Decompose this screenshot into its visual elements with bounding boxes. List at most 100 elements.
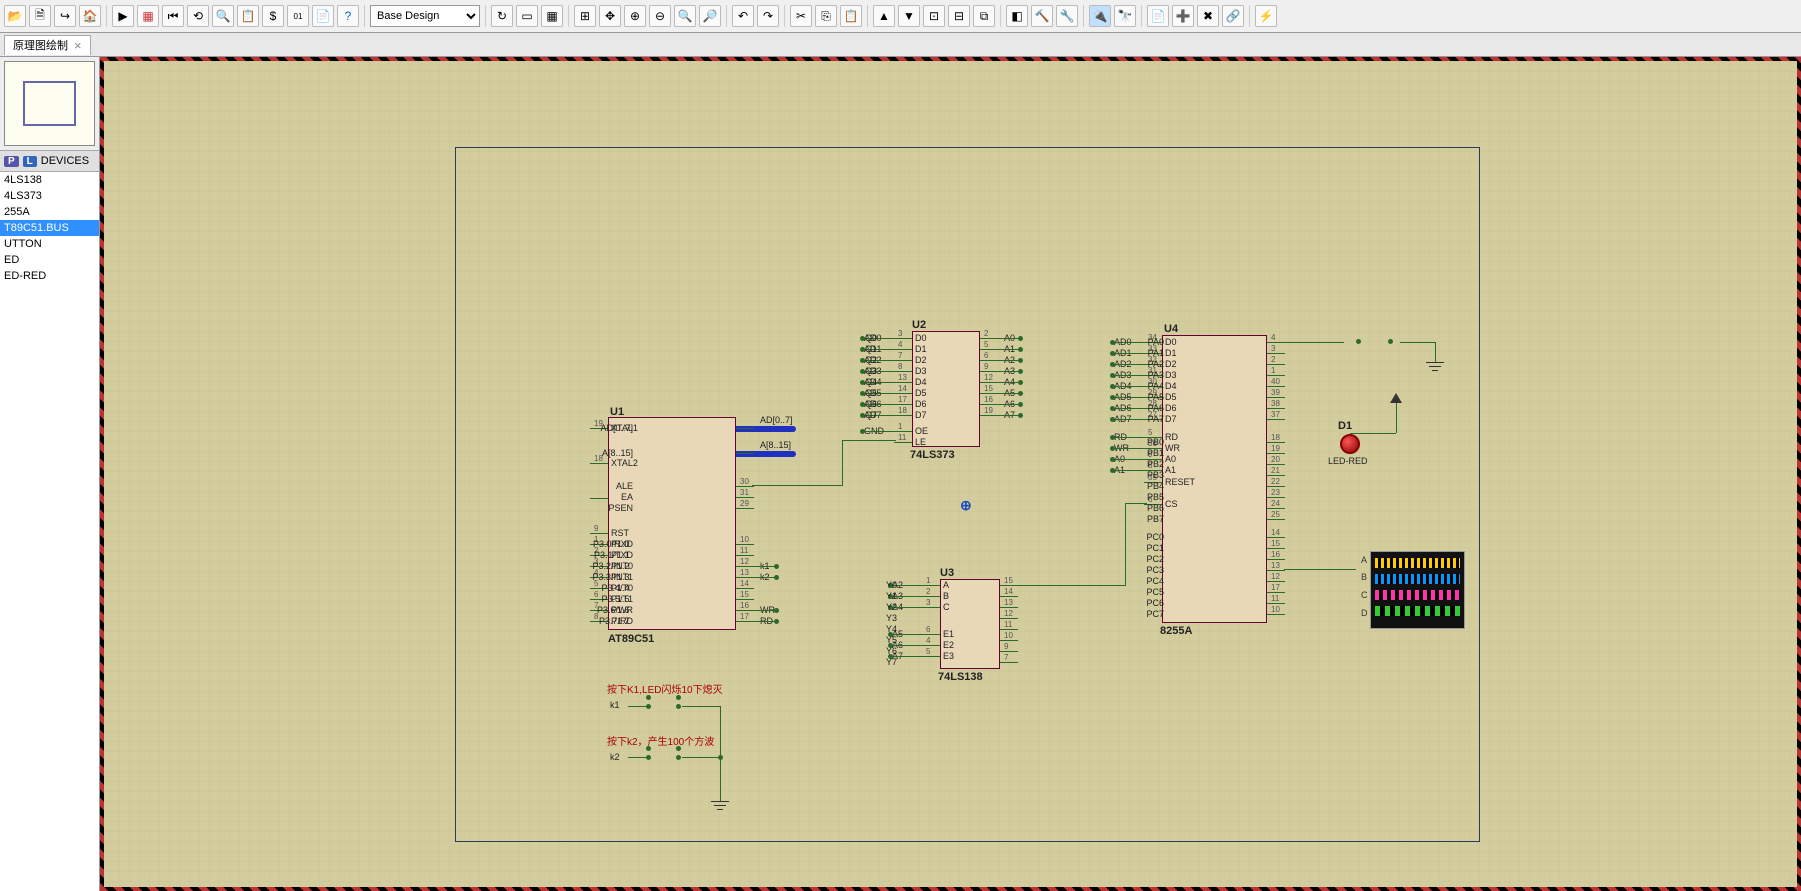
- schematic-canvas[interactable]: U1 AT89C51 U2 74LS373 U3 74LS138 U4 8255…: [100, 57, 1801, 891]
- gnd3: [717, 809, 723, 810]
- run-sim-icon[interactable]: ⚡: [1255, 5, 1277, 27]
- sheet-icon[interactable]: 📄: [1147, 5, 1169, 27]
- power-arrow: [1390, 393, 1402, 403]
- pin-label: PA3: [1148, 370, 1164, 380]
- side-panel: P L DEVICES 4LS1384LS373255AT89C51.BUSUT…: [0, 57, 100, 891]
- k2-btn-a[interactable]: [646, 746, 651, 751]
- help-icon[interactable]: ?: [337, 5, 359, 27]
- pin-number: 1: [926, 576, 930, 585]
- hammer-icon[interactable]: 🔨: [1031, 5, 1053, 27]
- device-item[interactable]: ED-RED: [0, 268, 99, 284]
- scope-ch-d: D: [1361, 608, 1368, 618]
- device-icon[interactable]: 🔌: [1089, 5, 1111, 27]
- pin-number: 10: [1271, 605, 1280, 614]
- device-item[interactable]: 4LS373: [0, 188, 99, 204]
- run-icon[interactable]: ▶: [112, 5, 134, 27]
- zoom-fit-icon[interactable]: 🔎: [699, 5, 721, 27]
- pin-label: PB7: [1147, 514, 1164, 524]
- pin-label: WR: [1165, 443, 1180, 453]
- wrench-icon[interactable]: 🔧: [1056, 5, 1078, 27]
- pin-label: PA2: [1148, 359, 1164, 369]
- align-icon[interactable]: ⊞: [574, 5, 596, 27]
- zoom-in-icon[interactable]: ⊕: [624, 5, 646, 27]
- step-back-icon[interactable]: ⏮: [162, 5, 184, 27]
- paste-icon[interactable]: 📋: [840, 5, 862, 27]
- pin-label: P3.7/RD: [599, 616, 633, 626]
- l-icon[interactable]: L: [23, 156, 37, 167]
- device-list[interactable]: 4LS1384LS373255AT89C51.BUSUTTONEDED-RED: [0, 172, 99, 891]
- open-icon[interactable]: 📂: [4, 5, 26, 27]
- chip-icon[interactable]: ▦: [137, 5, 159, 27]
- find-icon[interactable]: 🔭: [1114, 5, 1136, 27]
- cut-icon[interactable]: ✂: [790, 5, 812, 27]
- back-icon[interactable]: ▼: [898, 5, 920, 27]
- net-wire: [1114, 437, 1144, 438]
- design-select[interactable]: Base Design: [370, 5, 480, 27]
- exit-icon[interactable]: ↪: [54, 5, 76, 27]
- new-icon[interactable]: 🗎: [29, 5, 51, 27]
- net-wire: [998, 338, 1018, 339]
- zoom-icon[interactable]: 🔍: [212, 5, 234, 27]
- copy-icon[interactable]: ⎘: [815, 5, 837, 27]
- pin-number: 6: [594, 590, 598, 599]
- zoom-out-icon[interactable]: ⊖: [649, 5, 671, 27]
- block-icon[interactable]: ▦: [541, 5, 563, 27]
- led-d1[interactable]: [1340, 434, 1360, 454]
- overview-pane[interactable]: [4, 61, 95, 146]
- k1-btn-a[interactable]: [646, 695, 651, 700]
- step-return-icon[interactable]: ⟲: [187, 5, 209, 27]
- pin-label: PC6: [1146, 598, 1164, 608]
- zoom-area-icon[interactable]: 🔍: [674, 5, 696, 27]
- doc-icon[interactable]: 📄: [312, 5, 334, 27]
- home-icon[interactable]: 🏠: [79, 5, 101, 27]
- net-dot: [1110, 351, 1115, 356]
- report-icon[interactable]: 📋: [237, 5, 259, 27]
- pin-label: E3: [943, 651, 954, 661]
- refresh-icon[interactable]: ↻: [491, 5, 513, 27]
- pin-number: 5: [926, 647, 930, 656]
- front-icon[interactable]: ▲: [873, 5, 895, 27]
- device-item[interactable]: 4LS138: [0, 172, 99, 188]
- import-icon[interactable]: ➕: [1172, 5, 1194, 27]
- k2-btn-b[interactable]: [676, 746, 681, 751]
- redo-icon[interactable]: ↷: [757, 5, 779, 27]
- pin-wire: [1267, 603, 1285, 604]
- device-item[interactable]: 255A: [0, 204, 99, 220]
- device-item[interactable]: T89C51.BUS: [0, 220, 99, 236]
- pin-label: XTAL2: [611, 458, 638, 468]
- select-icon[interactable]: ▭: [516, 5, 538, 27]
- p-icon[interactable]: P: [4, 156, 19, 167]
- pin-wire: [980, 338, 998, 339]
- net-dot: [1018, 336, 1023, 341]
- pin-label: PA4: [1148, 381, 1164, 391]
- delete-sheet-icon[interactable]: ✖: [1197, 5, 1219, 27]
- k1-btn-b[interactable]: [676, 695, 681, 700]
- undo-icon[interactable]: ↶: [732, 5, 754, 27]
- pin-wire: [894, 415, 912, 416]
- device-item[interactable]: ED: [0, 252, 99, 268]
- link-icon[interactable]: 🔗: [1222, 5, 1244, 27]
- dollar-icon[interactable]: $: [262, 5, 284, 27]
- group-icon[interactable]: ⊡: [923, 5, 945, 27]
- pin-label: PC1: [1146, 543, 1164, 553]
- pin-number: 14: [740, 579, 749, 588]
- binary-icon[interactable]: 01: [287, 5, 309, 27]
- net-dot: [1110, 457, 1115, 462]
- pin-wire: [1267, 464, 1285, 465]
- move-icon[interactable]: ✥: [599, 5, 621, 27]
- gnd2: [714, 805, 726, 806]
- pin-wire: [894, 382, 912, 383]
- tab-schematic[interactable]: 原理图绘制 ×: [4, 35, 91, 55]
- pin-label: ALE: [616, 481, 633, 491]
- clone-icon[interactable]: ⧉: [973, 5, 995, 27]
- pin-number: 24: [1271, 499, 1280, 508]
- net-wire: [1114, 397, 1144, 398]
- pin-label: Q0: [865, 333, 877, 343]
- close-icon[interactable]: ×: [74, 38, 82, 53]
- mirror-icon[interactable]: ◧: [1006, 5, 1028, 27]
- pin-wire: [736, 599, 754, 600]
- ungroup-icon[interactable]: ⊟: [948, 5, 970, 27]
- device-item[interactable]: UTTON: [0, 236, 99, 252]
- pin-label: EA: [621, 492, 633, 502]
- oscilloscope[interactable]: [1370, 551, 1465, 629]
